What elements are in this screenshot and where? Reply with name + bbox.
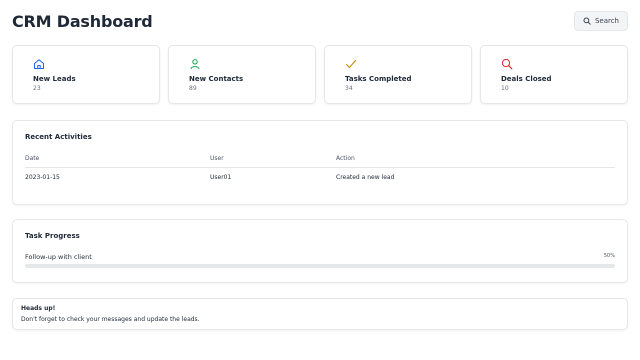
stat-label: New Leads <box>33 75 76 83</box>
page-title: CRM Dashboard <box>12 11 153 31</box>
alert-box: Heads up! Don't forget to check your mes… <box>12 298 628 330</box>
column-header-action: Action <box>336 155 615 168</box>
stat-label: New Contacts <box>189 75 244 83</box>
header: CRM Dashboard Search <box>12 10 628 32</box>
alert-title: Heads up! <box>21 305 56 312</box>
column-header-user: User <box>210 155 336 168</box>
cell-action: Created a new lead <box>336 174 395 181</box>
stat-value: 34 <box>345 85 353 92</box>
stat-card-tasks-completed[interactable]: Tasks Completed 34 <box>324 45 472 104</box>
table-header-row: Date User Action <box>25 155 615 168</box>
stat-card-new-contacts[interactable]: New Contacts 89 <box>168 45 316 104</box>
cell-date: 2023-01-15 <box>25 174 60 181</box>
table-row[interactable]: 2023-01-15 User01 Created a new lead <box>25 168 615 181</box>
activities-table: Date User Action 2023-01-15 User01 Creat… <box>25 155 615 181</box>
search-icon <box>583 17 591 25</box>
stat-value: 23 <box>33 85 41 92</box>
panel-title: Recent Activities <box>25 133 92 141</box>
progress-bar-fill <box>25 264 320 268</box>
stat-value: 89 <box>189 85 197 92</box>
stat-value: 10 <box>501 85 509 92</box>
stat-label: Tasks Completed <box>345 75 412 83</box>
search-button[interactable]: Search <box>573 11 628 31</box>
check-icon <box>345 59 357 69</box>
search-button-label: Search <box>594 17 619 25</box>
cell-user: User01 <box>210 174 232 181</box>
task-progress-panel: Task Progress Follow-up with client 50% <box>12 219 628 283</box>
progress-bar <box>25 264 615 268</box>
user-icon <box>190 59 200 70</box>
recent-activities-panel: Recent Activities Date User Action 2023-… <box>12 120 628 205</box>
search-icon <box>501 58 513 70</box>
alert-message: Don't forget to check your messages and … <box>21 316 200 323</box>
column-header-date: Date <box>25 155 210 168</box>
progress-row: Follow-up with client 50% <box>25 253 615 261</box>
stat-card-deals-closed[interactable]: Deals Closed 10 <box>480 45 628 104</box>
panel-title: Task Progress <box>25 232 80 240</box>
stat-card-new-leads[interactable]: New Leads 23 <box>12 45 160 104</box>
home-icon <box>34 59 44 69</box>
stats-row: New Leads 23 New Contacts 89 Tasks Compl… <box>12 45 628 104</box>
progress-percent: 50% <box>603 253 615 259</box>
stat-label: Deals Closed <box>501 75 552 83</box>
task-name: Follow-up with client <box>25 253 92 261</box>
